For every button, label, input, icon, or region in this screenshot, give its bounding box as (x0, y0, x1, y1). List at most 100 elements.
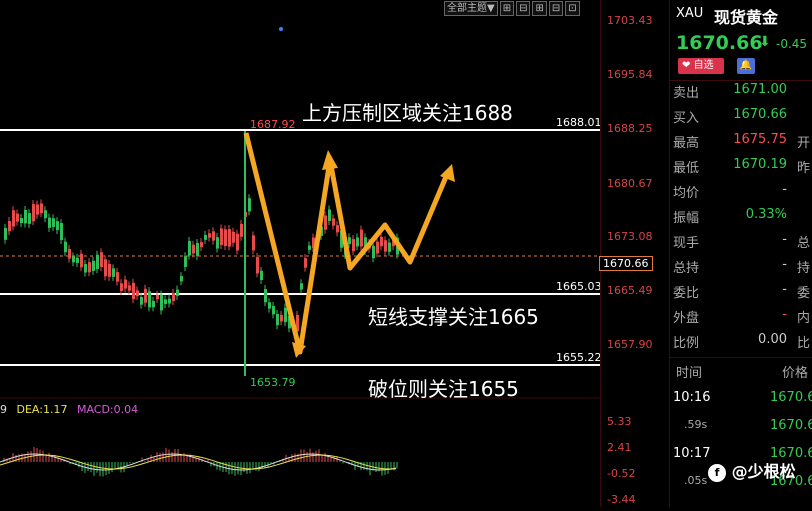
candle-body (20, 218, 23, 224)
candle-body (264, 289, 267, 303)
candle-body (100, 252, 103, 267)
candlestick-chart[interactable]: 全部主题▼ ⊞ ⊟ ⊞ ⊟ ⊡ 1688.01 1665.03 1655.22 … (0, 0, 668, 507)
support-value: 1665.03 (556, 280, 602, 293)
weibo-icon: f (708, 463, 726, 482)
candle-body (180, 276, 183, 282)
quote-row: 外盘 - 内 (670, 307, 812, 331)
tick-time: .59s (684, 418, 708, 431)
candle-body (224, 229, 227, 247)
price-tick: 1657.90 (607, 338, 653, 351)
candle-body (96, 254, 99, 270)
quote-row: 卖出 1671.00 (670, 82, 812, 106)
macd-dea-line (0, 454, 397, 470)
candle-body (64, 241, 67, 253)
candle-body (76, 257, 79, 263)
price-tick: 1680.67 (607, 177, 653, 190)
watermark: f @少根松 (708, 458, 796, 482)
break-value: 1655.22 (556, 351, 602, 364)
tick-price: 1670.6 (770, 390, 812, 405)
candle-body (104, 259, 107, 277)
candle-body (160, 294, 163, 311)
quote-row-extra: 委 (796, 286, 810, 301)
chart-canvas (0, 27, 668, 477)
candle-body (172, 292, 175, 302)
candle-body (140, 296, 143, 305)
tick-time: 10:17 (673, 446, 711, 461)
alert-bell-icon[interactable]: 🔔 (737, 58, 755, 74)
price-tick: 1695.84 (607, 68, 653, 81)
macd-tick: 2.41 (607, 441, 632, 454)
ticks-header-time: 时间 (676, 366, 703, 381)
candle-body (248, 198, 251, 212)
quote-row-label: 振幅 (673, 211, 700, 226)
candle-body (80, 253, 83, 268)
quote-row-value: 1670.66 (733, 107, 787, 122)
settings-button[interactable]: ⊡ (565, 1, 580, 16)
candle-body (72, 256, 75, 263)
candle-body (4, 227, 7, 240)
quote-row: 最低 1670.19 昨 (670, 157, 812, 181)
quote-row-label: 现手 (673, 236, 700, 251)
candle-body (300, 283, 303, 290)
quote-row-value: 0.33% (745, 207, 787, 222)
candle-body (152, 300, 155, 308)
quote-row: 均价 - (670, 182, 812, 206)
favorite-button[interactable]: ❤ 自选 (678, 58, 724, 74)
candle-body (200, 242, 203, 248)
candle-body (208, 233, 211, 238)
quote-row-label: 最低 (673, 161, 700, 176)
macd-panel (0, 447, 398, 477)
quote-row-value: 0.00 (758, 332, 787, 347)
macd-dea: DEA:1.17 (16, 403, 68, 416)
candle-body (32, 204, 35, 222)
candle-body (196, 242, 199, 256)
quote-row-extra: 持 (796, 261, 810, 276)
break-annotation: 破位则关注1655 (368, 377, 519, 401)
quote-row-label: 外盘 (673, 311, 700, 326)
zoom-in-button[interactable]: ⊞ (499, 1, 515, 16)
layout-button[interactable]: ⊞ (532, 1, 547, 16)
instrument-name: 现货黄金 (714, 8, 779, 27)
candle-body (60, 223, 63, 241)
zoom-out-button[interactable]: ⊟ (516, 1, 531, 16)
down-arrow-icon: ⬇ (759, 34, 771, 50)
price-tick: 1688.25 (607, 122, 653, 135)
theme-dropdown[interactable]: 全部主题▼ (444, 1, 498, 16)
quote-row: 最高 1675.75 开 (670, 132, 812, 156)
candle-body (276, 313, 279, 326)
quote-row-label: 总持 (673, 261, 700, 276)
symbol-code: XAU (676, 6, 704, 21)
candle-body (220, 228, 223, 245)
candle-body (12, 210, 15, 227)
candle-body (56, 221, 59, 231)
candle-body (352, 238, 355, 252)
candle-body (48, 217, 51, 228)
quote-row: 买入 1670.66 (670, 107, 812, 131)
candle-body (28, 213, 31, 224)
candle-body (240, 223, 243, 237)
collapse-button[interactable]: ⊟ (548, 1, 564, 16)
candle-body (188, 240, 191, 256)
quote-row: 比例 0.00 比 (670, 332, 812, 356)
candle-body (88, 262, 91, 273)
candle-body (8, 221, 11, 232)
price-tick: 1703.43 (607, 14, 653, 27)
quote-row-value: 1671.00 (733, 82, 787, 97)
candle-body (360, 229, 363, 247)
quote-row: 总持 - 持 (670, 257, 812, 281)
candle-body (44, 210, 47, 219)
candle-body (92, 260, 95, 271)
candle-body (148, 291, 151, 308)
marker-dot (279, 27, 283, 31)
favorite-label: 自选 (693, 60, 714, 71)
candle-body (384, 240, 387, 252)
candle-body (132, 282, 135, 300)
candle-body (84, 263, 87, 273)
candle-body (124, 279, 127, 289)
quote-row-label: 买入 (673, 111, 700, 126)
price-change: -0.45 (776, 37, 808, 51)
quote-row-value: - (782, 257, 787, 272)
candle-body (268, 302, 271, 309)
candle-body (232, 231, 235, 243)
candle-body (164, 299, 167, 305)
